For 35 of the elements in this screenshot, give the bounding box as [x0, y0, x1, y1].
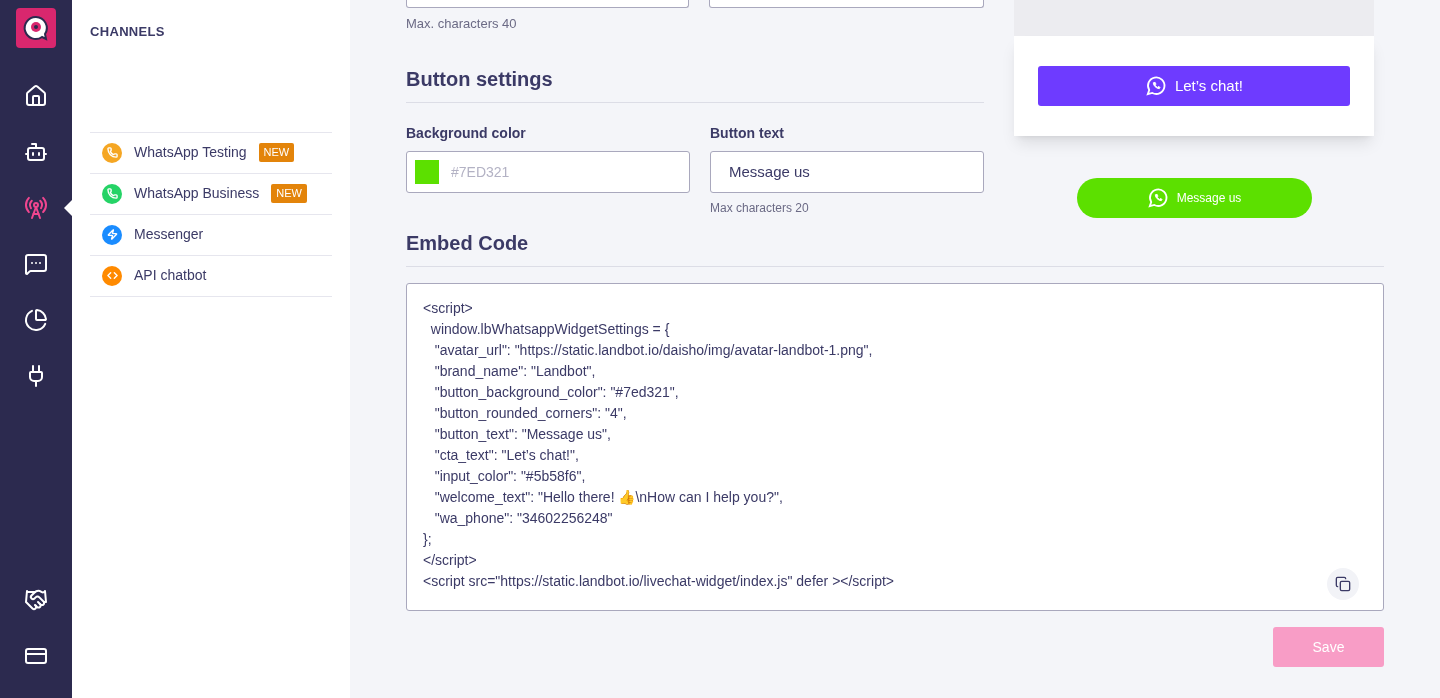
color-swatch[interactable] — [415, 159, 439, 184]
channel-item[interactable]: API chatbot — [90, 255, 332, 297]
antenna-icon[interactable] — [24, 196, 48, 220]
channel-item[interactable]: WhatsApp Business NEW — [90, 173, 332, 215]
channel-label: API chatbot — [134, 266, 207, 285]
code-field[interactable]: <script> window.lbWhatsappWidgetSettings = { "avatar_url": "https://static.landbot.io/daisho/img/avatar-landbot-1.png", "brand_name": "Landbot", "button_background_color": "#7ed321", "button_rounded_corners": "4", "button_text": "Message us", "cta_text": "Let’s chat!", "input_color": "#5b58f6", "welcome_text": "Hello there! 👍\nHow can I help you?", "wa_phone": "34602256248" }; </script> <script src="https://static.landbot.io/livechat-widget/index.js" defer ></script> — [406, 283, 1384, 611]
channel-item[interactable]: WhatsApp Testing NEW — [90, 132, 332, 174]
color-field[interactable]: #7ED321 — [406, 150, 690, 193]
logo-icon[interactable] — [16, 8, 56, 48]
home-icon[interactable] — [24, 84, 48, 108]
chat-icon[interactable] — [24, 252, 48, 276]
cta-button[interactable]: Let’s chat! — [1038, 66, 1350, 106]
channel-label: Messenger — [134, 225, 204, 244]
new-badge: NEW — [271, 184, 307, 203]
channel-item[interactable]: Messenger — [90, 214, 332, 256]
panel-title: CHANNELS — [90, 23, 166, 41]
pie-chart-icon[interactable] — [24, 308, 48, 332]
field-hint: Max characters 20 — [710, 199, 810, 217]
section-title: Embed Code — [406, 231, 530, 256]
handshake-icon[interactable] — [24, 588, 48, 612]
section-title: Button settings — [406, 66, 554, 92]
input-field[interactable] — [709, 0, 984, 8]
whatsapp-icon — [1144, 75, 1167, 97]
button-text-field[interactable]: Message us — [710, 150, 984, 193]
channel-label: WhatsApp Business — [134, 184, 260, 203]
channel-label: WhatsApp Testing — [134, 143, 247, 162]
field-hint: Max. characters 40 — [406, 15, 518, 33]
input-field[interactable] — [406, 0, 689, 8]
field-label: Button text — [710, 123, 785, 143]
field-label: Background color — [406, 123, 527, 143]
copy-icon — [1335, 576, 1351, 592]
whatsapp-icon — [1146, 187, 1169, 209]
copy-button[interactable] — [1327, 568, 1359, 600]
robot-icon[interactable] — [24, 140, 48, 164]
new-badge: NEW — [258, 143, 295, 162]
